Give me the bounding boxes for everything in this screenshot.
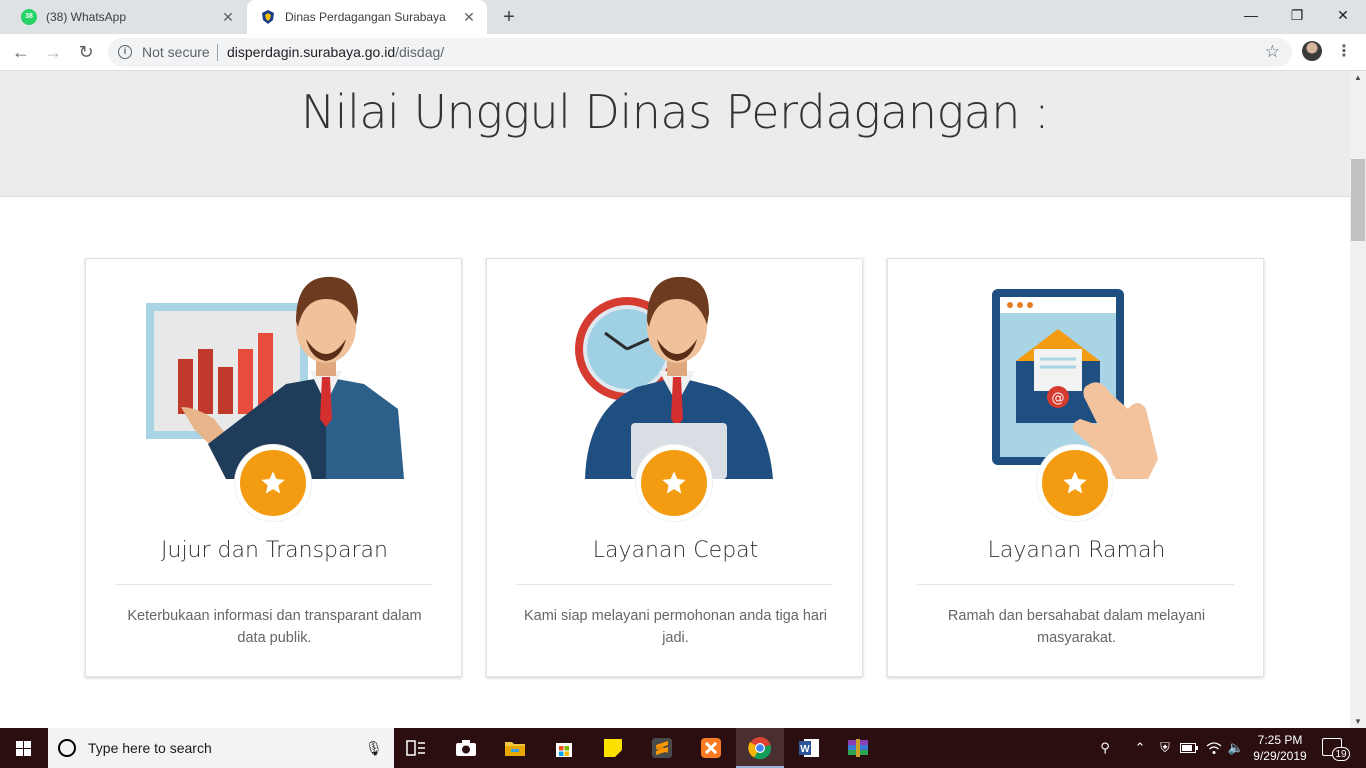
minimize-button[interactable]: —: [1228, 0, 1274, 30]
address-bar[interactable]: i Not secure disperdagin.surabaya.go.id/…: [108, 38, 1292, 67]
card-title: Jujur dan Transparan: [161, 538, 388, 563]
tab-whatsapp[interactable]: 38 (38) WhatsApp ✕: [8, 0, 246, 34]
profile-avatar[interactable]: [1302, 41, 1322, 61]
whatsapp-icon: 38: [21, 9, 37, 25]
chrome-taskbar-icon[interactable]: [736, 728, 784, 768]
security-shield-icon[interactable]: ⛨: [1154, 728, 1176, 768]
battery-icon[interactable]: [1178, 728, 1200, 768]
star-badge: [1037, 445, 1113, 521]
close-window-button[interactable]: ✕: [1320, 0, 1366, 30]
star-badge: [235, 445, 311, 521]
clock-date: 9/29/2019: [1253, 749, 1307, 763]
card-description: Keterbukaan informasi dan transparant da…: [127, 608, 422, 646]
scrollbar-thumb[interactable]: [1351, 159, 1365, 241]
file-explorer-icon[interactable]: [491, 728, 539, 768]
back-button[interactable]: ←: [9, 40, 33, 64]
close-tab-icon[interactable]: ✕: [220, 9, 236, 25]
forward-button[interactable]: →: [41, 40, 65, 64]
url-path: /disdag/: [395, 44, 445, 60]
search-placeholder: Type here to search: [88, 740, 212, 756]
card-title: Layanan Cepat: [592, 538, 759, 563]
star-badge: [636, 445, 712, 521]
card-description: Kami siap melayani permohonan anda tiga …: [523, 608, 828, 646]
microphone-icon[interactable]: 🎙: [365, 740, 383, 757]
value-card-jujur: Jujur dan Transparan Keterbukaan informa…: [85, 258, 462, 677]
star-icon: [662, 471, 686, 494]
url-host: disperdagin.surabaya.go.id: [227, 44, 396, 60]
svg-text:W: W: [800, 744, 810, 755]
bookmark-star-icon[interactable]: ☆: [1265, 42, 1280, 62]
url-text[interactable]: disperdagin.surabaya.go.id/disdag/: [227, 44, 444, 60]
winrar-icon[interactable]: [834, 728, 882, 768]
new-tab-button[interactable]: +: [498, 7, 520, 29]
people-icon[interactable]: ⚲: [1094, 728, 1116, 768]
value-card-cepat: Layanan Cepat Kami siap melayani permoho…: [486, 258, 863, 677]
card-divider: [917, 584, 1234, 585]
tab-title: Dinas Perdagangan Surabaya: [285, 10, 446, 24]
star-icon: [261, 471, 285, 494]
chrome-menu-icon[interactable]: ⋮: [1336, 40, 1352, 64]
sticky-notes-icon[interactable]: [589, 728, 637, 768]
star-icon: [1063, 471, 1087, 494]
tab-dinas-perdagangan[interactable]: Dinas Perdagangan Surabaya ✕: [247, 0, 487, 34]
clock-time: 7:25 PM: [1257, 733, 1303, 747]
card-title: Layanan Ramah: [987, 538, 1166, 563]
surabaya-crest-icon: [262, 10, 274, 24]
tab-strip: 38 (38) WhatsApp ✕ Dinas Perdagangan Sur…: [0, 0, 1366, 34]
divider: [217, 44, 218, 61]
close-tab-icon[interactable]: ✕: [461, 9, 477, 25]
svg-text:@: @: [1052, 391, 1065, 406]
wifi-icon[interactable]: [1204, 728, 1224, 768]
taskbar-clock[interactable]: 7:25 PM 9/29/2019: [1248, 732, 1312, 764]
camera-app-icon[interactable]: [442, 728, 490, 768]
security-label[interactable]: Not secure: [142, 44, 210, 60]
show-hidden-icons-chevron-icon[interactable]: ⌃: [1130, 728, 1150, 768]
restore-button[interactable]: ❐: [1274, 0, 1320, 30]
card-divider: [516, 584, 833, 585]
page-scrollbar[interactable]: ▲ ▼: [1350, 71, 1366, 728]
word-icon[interactable]: W: [785, 728, 833, 768]
scroll-down-arrow-icon[interactable]: ▼: [1354, 717, 1362, 726]
notification-count-badge: 19: [1332, 747, 1350, 761]
hero-section: Nilai Unggul Dinas Perdagangan :: [0, 71, 1350, 197]
reload-button[interactable]: ↻: [74, 40, 98, 64]
volume-icon[interactable]: 🔈: [1226, 728, 1246, 768]
scroll-up-arrow-icon[interactable]: ▲: [1354, 73, 1362, 82]
sublime-text-icon[interactable]: [638, 728, 686, 768]
page-heading: Nilai Unggul Dinas Perdagangan :: [300, 85, 1050, 139]
xampp-icon[interactable]: [687, 728, 735, 768]
start-button[interactable]: [0, 728, 48, 768]
value-card-ramah: @ Layanan Ramah Ramah dan bersahabat dal…: [887, 258, 1264, 677]
task-view-icon[interactable]: [392, 728, 440, 768]
tab-title: (38) WhatsApp: [46, 10, 127, 24]
windows-taskbar: Type here to search 🎙 W ⚲ ⌃ ⛨ 🔈 7:25 PM: [0, 728, 1366, 768]
card-divider: [115, 584, 432, 585]
taskbar-search-box[interactable]: Type here to search 🎙: [48, 728, 394, 768]
browser-toolbar: ← → ↻ i Not secure disperdagin.surabaya.…: [0, 34, 1366, 71]
page-viewport: Nilai Unggul Dinas Perdagangan : Jujur d…: [0, 71, 1350, 728]
microsoft-store-icon[interactable]: [540, 728, 588, 768]
info-icon[interactable]: i: [118, 45, 132, 59]
cortana-icon: [58, 739, 76, 757]
card-description: Ramah dan bersahabat dalam melayani masy…: [947, 608, 1206, 646]
